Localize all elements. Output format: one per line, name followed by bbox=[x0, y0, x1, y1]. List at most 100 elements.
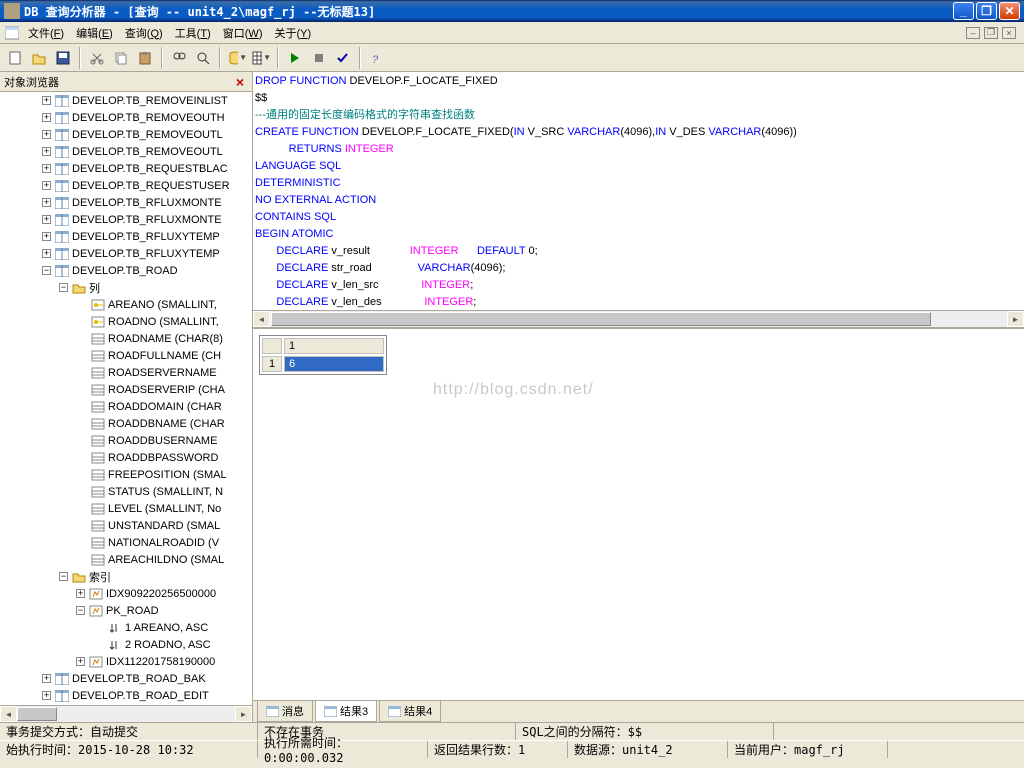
tree-node[interactable]: −索引 bbox=[0, 568, 252, 585]
col-icon bbox=[90, 553, 106, 567]
table-icon bbox=[54, 230, 70, 244]
close-button[interactable]: ✕ bbox=[999, 2, 1020, 20]
find-button[interactable] bbox=[168, 47, 190, 69]
app-icon bbox=[4, 3, 20, 19]
grid-cell[interactable]: 6 bbox=[284, 356, 384, 372]
sidebar: 对象浏览器 × +DEVELOP.TB_REMOVEINLIST+DEVELOP… bbox=[0, 72, 253, 722]
menu-item[interactable]: 查询(Q) bbox=[119, 23, 169, 43]
tree-node[interactable]: −DEVELOP.TB_ROAD bbox=[0, 262, 252, 279]
mdi-minimize-button[interactable]: – bbox=[966, 27, 980, 39]
tree-node[interactable]: +DEVELOP.TB_ROAD_TOARE bbox=[0, 704, 252, 705]
tree-node[interactable]: −PK_ROAD bbox=[0, 602, 252, 619]
menu-item[interactable]: 文件(F) bbox=[22, 23, 70, 43]
grid-col-header[interactable]: 1 bbox=[284, 338, 384, 354]
col-icon bbox=[90, 536, 106, 550]
tree-node[interactable]: UNSTANDARD (SMAL bbox=[0, 517, 252, 534]
result-tab[interactable]: 结果3 bbox=[315, 701, 377, 722]
tree-node[interactable]: ROADFULLNAME (CH bbox=[0, 347, 252, 364]
menu-item[interactable]: 编辑(E) bbox=[70, 23, 119, 43]
replace-button[interactable] bbox=[192, 47, 214, 69]
tree-node[interactable]: ROADDBPASSWORD bbox=[0, 449, 252, 466]
tree-node[interactable]: ROADDBUSERNAME bbox=[0, 432, 252, 449]
status-cell: 数据源：unit4_2 bbox=[568, 741, 728, 758]
result-grid[interactable]: 1 16 bbox=[259, 335, 387, 375]
tree-node[interactable]: ROADDOMAIN (CHAR bbox=[0, 398, 252, 415]
object-tree[interactable]: +DEVELOP.TB_REMOVEINLIST+DEVELOP.TB_REMO… bbox=[0, 92, 252, 705]
watermark: http://blog.csdn.net/ bbox=[433, 381, 594, 399]
menu-item[interactable]: 关于(Y) bbox=[268, 23, 317, 43]
col-icon bbox=[90, 434, 106, 448]
sidebar-title: 对象浏览器 × bbox=[0, 72, 252, 92]
results-pane: 1 16 http://blog.csdn.net/ bbox=[253, 327, 1024, 700]
tree-node[interactable]: ROADSERVERNAME bbox=[0, 364, 252, 381]
tree-node[interactable]: 2 ROADNO, ASC bbox=[0, 636, 252, 653]
tree-node[interactable]: −列 bbox=[0, 279, 252, 296]
sidebar-close-icon[interactable]: × bbox=[232, 74, 248, 90]
tree-node[interactable]: +DEVELOP.TB_RFLUXMONTE bbox=[0, 211, 252, 228]
sql-editor[interactable]: DROP FUNCTION DEVELOP.F_LOCATE_FIXED$$--… bbox=[253, 72, 1024, 310]
tree-label: DEVELOP.TB_REQUESTUSER bbox=[72, 180, 230, 192]
tree-node[interactable]: +DEVELOP.TB_RFLUXYTEMP bbox=[0, 228, 252, 245]
tree-node[interactable]: AREANO (SMALLINT, bbox=[0, 296, 252, 313]
tree-node[interactable]: +DEVELOP.TB_ROAD_EDIT bbox=[0, 687, 252, 704]
check-button[interactable] bbox=[332, 47, 354, 69]
tree-node[interactable]: AREACHILDNO (SMAL bbox=[0, 551, 252, 568]
help-button[interactable]: ? bbox=[366, 47, 388, 69]
minimize-button[interactable]: _ bbox=[953, 2, 974, 20]
mdi-close-button[interactable]: × bbox=[1002, 27, 1016, 39]
tree-node[interactable]: +DEVELOP.TB_ROAD_BAK bbox=[0, 670, 252, 687]
mdi-restore-button[interactable]: ❐ bbox=[984, 27, 998, 39]
tree-node[interactable]: +DEVELOP.TB_REMOVEOUTL bbox=[0, 143, 252, 160]
copy-button[interactable] bbox=[110, 47, 132, 69]
menu-item[interactable]: 窗口(W) bbox=[217, 23, 269, 43]
status-cell: SQL之间的分隔符：$$ bbox=[516, 723, 774, 740]
editor-hscroll[interactable]: ◄► bbox=[253, 310, 1024, 327]
menubar: 文件(F)编辑(E)查询(Q)工具(T)窗口(W)关于(Y) – ❐ × bbox=[0, 22, 1024, 44]
save-button[interactable] bbox=[52, 47, 74, 69]
tree-label: UNSTANDARD (SMAL bbox=[108, 520, 220, 532]
tree-node[interactable]: +DEVELOP.TB_REMOVEINLIST bbox=[0, 92, 252, 109]
db-button[interactable]: ▼ bbox=[226, 47, 248, 69]
tree-label: DEVELOP.TB_ROAD_EDIT bbox=[72, 690, 209, 702]
tree-node[interactable]: +DEVELOP.TB_REMOVEOUTL bbox=[0, 126, 252, 143]
tree-node[interactable]: FREEPOSITION (SMAL bbox=[0, 466, 252, 483]
status-cell: 始执行时间：2015-10-28 10:32 bbox=[0, 741, 258, 758]
tree-node[interactable]: STATUS (SMALLINT, N bbox=[0, 483, 252, 500]
tree-node[interactable]: +DEVELOP.TB_RFLUXMONTE bbox=[0, 194, 252, 211]
col-icon bbox=[90, 417, 106, 431]
tree-node[interactable]: +IDX909220256500000 bbox=[0, 585, 252, 602]
folder-icon bbox=[71, 570, 87, 584]
tree-node[interactable]: ROADDBNAME (CHAR bbox=[0, 415, 252, 432]
cut-button[interactable] bbox=[86, 47, 108, 69]
tree-node[interactable]: +IDX112201758190000 bbox=[0, 653, 252, 670]
tree-node[interactable]: +DEVELOP.TB_REQUESTUSER bbox=[0, 177, 252, 194]
table-icon bbox=[54, 111, 70, 125]
tree-node[interactable]: LEVEL (SMALLINT, No bbox=[0, 500, 252, 517]
tree-node[interactable]: NATIONALROADID (V bbox=[0, 534, 252, 551]
stop-button[interactable] bbox=[308, 47, 330, 69]
tree-node[interactable]: ROADNAME (CHAR(8) bbox=[0, 330, 252, 347]
tree-label: AREANO (SMALLINT, bbox=[108, 299, 217, 311]
tree-node[interactable]: +DEVELOP.TB_REQUESTBLAC bbox=[0, 160, 252, 177]
result-tab[interactable]: 结果4 bbox=[379, 701, 441, 722]
tree-node[interactable]: +DEVELOP.TB_RFLUXYTEMP bbox=[0, 245, 252, 262]
tree-node[interactable]: +DEVELOP.TB_REMOVEOUTH bbox=[0, 109, 252, 126]
grid-button[interactable]: ▼ bbox=[250, 47, 272, 69]
open-button[interactable] bbox=[28, 47, 50, 69]
result-tab[interactable]: 消息 bbox=[257, 701, 313, 722]
col-icon bbox=[90, 468, 106, 482]
maximize-button[interactable]: ❐ bbox=[976, 2, 997, 20]
tree-label: PK_ROAD bbox=[106, 605, 159, 617]
tree-label: DEVELOP.TB_REMOVEINLIST bbox=[72, 95, 228, 107]
table-icon bbox=[54, 94, 70, 108]
sidebar-hscroll[interactable]: ◄► bbox=[0, 705, 252, 722]
tree-node[interactable]: ROADSERVERIP (CHA bbox=[0, 381, 252, 398]
new-button[interactable] bbox=[4, 47, 26, 69]
grid-row-header[interactable]: 1 bbox=[262, 356, 282, 372]
sidebar-title-label: 对象浏览器 bbox=[4, 74, 232, 90]
menu-item[interactable]: 工具(T) bbox=[169, 23, 217, 43]
tree-node[interactable]: ROADNO (SMALLINT, bbox=[0, 313, 252, 330]
tree-node[interactable]: 1 AREANO, ASC bbox=[0, 619, 252, 636]
run-button[interactable] bbox=[284, 47, 306, 69]
paste-button[interactable] bbox=[134, 47, 156, 69]
